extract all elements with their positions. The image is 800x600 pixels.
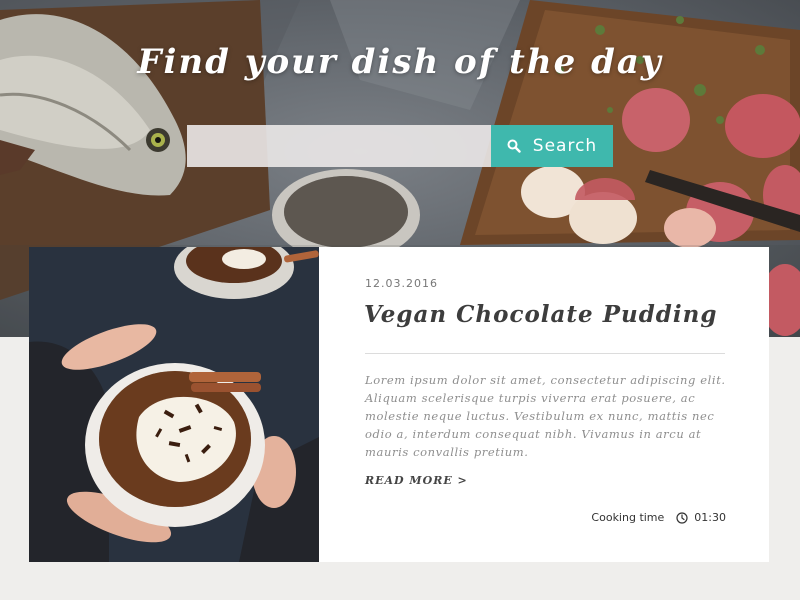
recipe-details: 12.03.2016 Vegan Chocolate Pudding Lorem…	[319, 247, 769, 562]
cooking-time-label: Cooking time	[591, 511, 665, 524]
search-input[interactable]	[187, 125, 491, 167]
read-more-link[interactable]: READ MORE >	[365, 474, 468, 487]
post-date: 12.03.2016	[365, 277, 438, 290]
search-icon	[507, 139, 521, 153]
recipe-description: Lorem ipsum dolor sit amet, consectetur …	[365, 373, 726, 459]
recipe-title[interactable]: Vegan Chocolate Pudding	[364, 301, 717, 328]
cooking-time: Cooking time 01:30	[591, 511, 726, 524]
recipe-card: 12.03.2016 Vegan Chocolate Pudding Lorem…	[29, 247, 769, 562]
cooking-time-value: 01:30	[694, 511, 726, 524]
divider	[365, 353, 725, 354]
chocolate-pudding-image	[29, 247, 319, 562]
search-button[interactable]: Search	[491, 125, 613, 167]
clock-icon	[676, 511, 688, 524]
recipe-photo	[29, 247, 319, 562]
hero-title: Find your dish of the day	[137, 42, 663, 82]
search-button-label: Search	[532, 136, 598, 156]
